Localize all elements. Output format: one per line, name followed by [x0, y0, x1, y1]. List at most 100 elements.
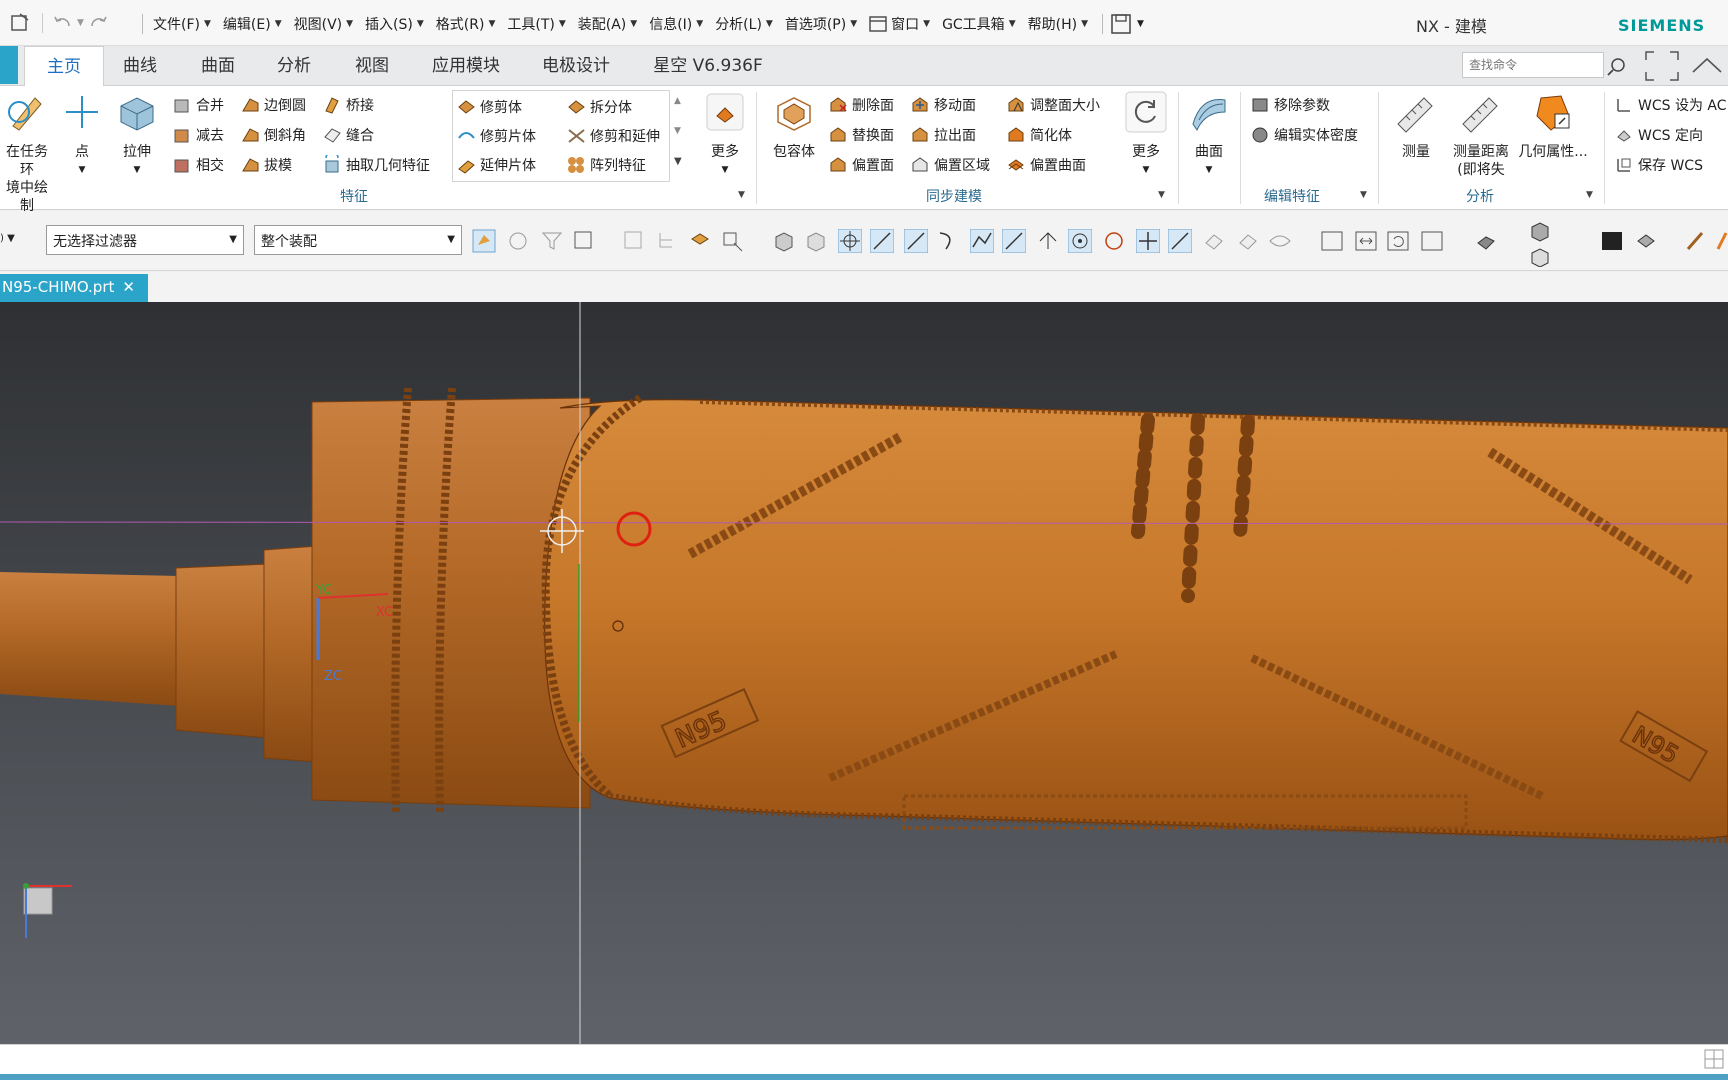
- menu-help[interactable]: 帮助(H) ▼: [1024, 12, 1092, 36]
- menu-edit[interactable]: 编辑(E) ▼: [219, 12, 286, 36]
- hierarchy-icon[interactable]: [654, 229, 678, 253]
- graphics-viewport[interactable]: N95 N95 YC XC ZC: [0, 302, 1728, 1044]
- command-search-input[interactable]: [1462, 52, 1604, 78]
- arc-center-icon[interactable]: [1068, 229, 1092, 253]
- gallery-scroll-down-icon[interactable]: ▼: [674, 126, 681, 136]
- save-wcs-button[interactable]: 保存 WCS: [1614, 152, 1703, 178]
- gallery-expand-icon[interactable]: ▼: [674, 156, 682, 167]
- tab-surface[interactable]: 曲面: [190, 46, 246, 86]
- document-tab[interactable]: N95-CHIMO.prt ✕: [0, 274, 148, 302]
- background-icon[interactable]: [1600, 229, 1624, 253]
- resize-face-button[interactable]: 调整面大小: [1006, 92, 1100, 118]
- collapse-ribbon-icon[interactable]: [1690, 54, 1724, 78]
- zoom-view-icon[interactable]: [1420, 229, 1444, 253]
- measure-button[interactable]: 测量: [1388, 90, 1444, 161]
- select-all-icon[interactable]: [572, 229, 596, 253]
- new-file-icon[interactable]: [0, 12, 36, 34]
- tab-curve[interactable]: 曲线: [112, 46, 168, 86]
- deselect-icon[interactable]: [622, 229, 646, 253]
- perpendicular-icon[interactable]: [1036, 229, 1060, 253]
- tab-analysis[interactable]: 分析: [266, 46, 322, 86]
- wcs-orient-button[interactable]: WCS 定向: [1614, 122, 1703, 148]
- bounded-grid-icon[interactable]: [1236, 229, 1260, 253]
- render-style-icon[interactable]: [1474, 229, 1498, 253]
- existing-point-icon[interactable]: [1136, 229, 1160, 253]
- end-point-icon[interactable]: [870, 229, 894, 253]
- move-face-button[interactable]: 移动面: [910, 92, 976, 118]
- feature-selection-icon[interactable]: [506, 229, 530, 253]
- status-grid-icon[interactable]: [1704, 1049, 1724, 1069]
- quadrant-point-icon[interactable]: [1102, 229, 1126, 253]
- edit-section-icon[interactable]: [1528, 245, 1550, 267]
- extrude-button[interactable]: 拉伸 ▼: [112, 90, 162, 179]
- solid-body-icon[interactable]: [772, 229, 796, 253]
- file-tab-accent[interactable]: [0, 46, 18, 84]
- group-feature-expand-icon[interactable]: ▼: [738, 190, 745, 200]
- point-button[interactable]: 点 ▼: [60, 90, 104, 179]
- customize-dropdown-icon[interactable]: ▼: [1137, 19, 1144, 29]
- general-selection-icon[interactable]: [472, 229, 496, 253]
- tab-application[interactable]: 应用模块: [424, 46, 508, 86]
- filter-icon[interactable]: [540, 229, 564, 253]
- fit-icon[interactable]: [1354, 229, 1378, 253]
- delete-face-button[interactable]: 删除面: [828, 92, 894, 118]
- curve-snap-icon[interactable]: [936, 229, 960, 253]
- mid-point-icon[interactable]: [904, 229, 928, 253]
- replace-face-button[interactable]: 替换面: [828, 122, 894, 148]
- offset-region-button[interactable]: 偏置区域: [910, 152, 990, 178]
- trim-sheet-button[interactable]: 修剪片体: [456, 123, 536, 149]
- tab-xingkong[interactable]: 星空 V6.936F: [648, 46, 768, 86]
- undo-dropdown-icon[interactable]: ▼: [77, 18, 84, 28]
- menu-dropdown-icon[interactable]: ) ▼: [0, 233, 15, 244]
- surface-button[interactable]: 曲面 ▼: [1184, 90, 1234, 179]
- extend-sheet-button[interactable]: 延伸片体: [456, 152, 536, 178]
- menu-view[interactable]: 视图(V) ▼: [290, 12, 357, 36]
- paint-icon[interactable]: [1716, 229, 1728, 253]
- draft-button[interactable]: 拔模: [240, 152, 292, 178]
- extract-geometry-button[interactable]: 抽取几何特征: [322, 152, 430, 178]
- group-analysis-expand-icon[interactable]: ▼: [1586, 190, 1593, 200]
- orient-view-icon[interactable]: [1528, 219, 1552, 243]
- component-icon[interactable]: [688, 229, 712, 253]
- menu-insert[interactable]: 插入(S) ▼: [361, 12, 428, 36]
- pattern-feature-button[interactable]: 阵列特征: [566, 152, 646, 178]
- offset-face-button[interactable]: 偏置面: [828, 152, 894, 178]
- redo-icon[interactable]: [84, 12, 114, 34]
- more-sync-button[interactable]: 更多 ▼: [1120, 90, 1172, 179]
- menu-info[interactable]: 信息(I) ▼: [645, 12, 707, 36]
- point-on-face-icon[interactable]: [1202, 229, 1226, 253]
- split-body-button[interactable]: 拆分体: [566, 94, 632, 120]
- menu-preferences[interactable]: 首选项(P) ▼: [781, 12, 861, 36]
- snap-point-icon[interactable]: [720, 229, 744, 253]
- menu-analysis[interactable]: 分析(L) ▼: [711, 12, 777, 36]
- menu-gc-toolbox[interactable]: GC工具箱 ▼: [938, 12, 1020, 36]
- pull-face-button[interactable]: 拉出面: [910, 122, 976, 148]
- group-sync-expand-icon[interactable]: ▼: [1158, 190, 1165, 200]
- intersection-point-icon[interactable]: [1002, 229, 1026, 253]
- bridge-button[interactable]: 桥接: [322, 92, 374, 118]
- trim-extend-button[interactable]: 修剪和延伸: [566, 123, 660, 149]
- measure-distance-button[interactable]: 测量距离 (即将失: [1446, 90, 1516, 179]
- selection-scope-select[interactable]: 整个装配 ▼: [254, 225, 462, 255]
- menu-format[interactable]: 格式(R) ▼: [432, 12, 500, 36]
- save-icon[interactable]: [1109, 13, 1133, 35]
- layer-icon[interactable]: [1634, 229, 1658, 253]
- offset-surface-button[interactable]: 偏置曲面: [1006, 152, 1086, 178]
- subtract-button[interactable]: 减去: [172, 122, 224, 148]
- chamfer-button[interactable]: 倒斜角: [240, 122, 306, 148]
- remove-parameters-button[interactable]: 移除参数: [1250, 92, 1330, 118]
- edge-blend-button[interactable]: 边倒圆: [240, 92, 306, 118]
- view-layout-icon[interactable]: [1320, 229, 1344, 253]
- menu-file[interactable]: 文件(F) ▼: [149, 12, 215, 36]
- unite-button[interactable]: 合并: [172, 92, 224, 118]
- crosshair-icon[interactable]: [838, 229, 862, 253]
- gallery-scroll-up-icon[interactable]: ▲: [674, 96, 681, 106]
- wcs-set-to-abs-button[interactable]: WCS 设为 AC: [1614, 92, 1727, 118]
- menu-window[interactable]: 窗口 ▼: [865, 12, 934, 36]
- wrap-geometry-button[interactable]: 包容体: [766, 90, 822, 161]
- sheet-body-icon[interactable]: [804, 229, 828, 253]
- search-icon[interactable]: [1605, 56, 1627, 78]
- close-icon[interactable]: ✕: [122, 278, 135, 296]
- sew-button[interactable]: 缝合: [322, 122, 374, 148]
- simplify-body-button[interactable]: 简化体: [1006, 122, 1072, 148]
